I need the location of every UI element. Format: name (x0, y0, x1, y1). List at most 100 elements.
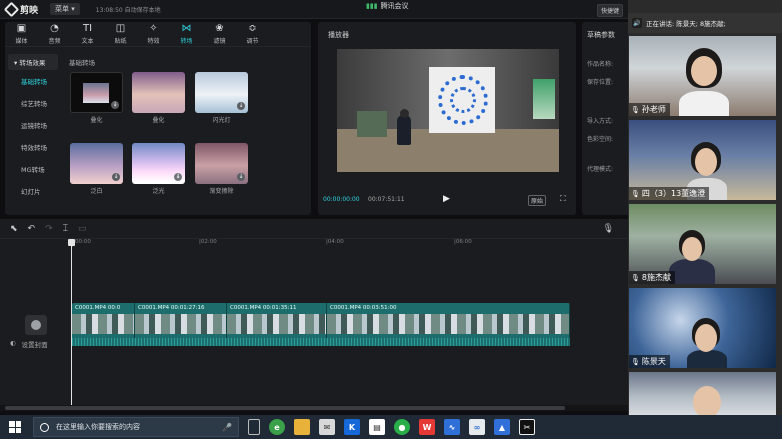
participant-tile[interactable]: 孙老师 (629, 36, 776, 116)
fullscreen-icon[interactable]: ⛶ (560, 194, 566, 204)
time-ruler[interactable]: 00:00 |02:00 |04:00 |06:00 (72, 239, 628, 249)
participant-name: 8施杰献 (629, 271, 675, 284)
taskbar-search[interactable]: 在这里输入你要搜索的内容 🎤 (33, 417, 239, 437)
tool-adjust[interactable]: ≎ 调节 (236, 22, 269, 46)
draft-panel: 草稿参数 作品名称: 保存位置: 导入方式: 色彩空间: 代理模式: (582, 22, 628, 215)
transition-thumbnail: ↓ (70, 143, 123, 184)
tool-label: 滤镜 (213, 37, 226, 45)
clip-name: C0001.MP4 00:0 (75, 305, 121, 311)
video-preview[interactable] (337, 49, 559, 172)
transition-item[interactable]: ↓ 闪光灯 (195, 72, 248, 124)
category-camera[interactable]: 运镜转场 (5, 114, 61, 136)
participant-tile[interactable]: 四（3）13董逸澄 (629, 120, 776, 200)
audio-waveform (72, 338, 570, 346)
shortcut-label: 快捷键 (601, 8, 620, 15)
meeting-title: 腾讯会议 (380, 2, 409, 10)
tool-label: 贴纸 (114, 37, 127, 45)
tool-filter[interactable]: ❀ 滤镜 (203, 22, 236, 46)
tool-audio[interactable]: ◔ 音频 (38, 22, 71, 46)
timeline-panel: ⬉ ↶ ↷ ⌶ ▭ 🎙 00:00 |02:00 |04:00 |06:00 ◐… (0, 219, 628, 411)
photos-icon[interactable]: ▲ (494, 419, 510, 435)
transition-label: 渐变擦除 (209, 188, 234, 195)
mail-icon[interactable]: ✉ (319, 419, 335, 435)
tool-effects[interactable]: ✧ 特效 (137, 22, 170, 46)
draft-field: 作品名称: (587, 61, 614, 68)
task-view-icon[interactable] (248, 419, 260, 435)
transition-label: 叠化 (90, 117, 103, 124)
clip-name: C0001.MP4 00:01:35:11 (230, 305, 297, 311)
mic-icon[interactable]: 🎙 (603, 224, 614, 234)
shortcut-button[interactable]: 快捷键 (597, 4, 624, 17)
track-toggle-button[interactable] (25, 315, 47, 335)
category-variety[interactable]: 综艺转场 (5, 92, 61, 114)
cover-icon: ◐ (10, 339, 16, 347)
transition-item[interactable]: ↓ 渐变擦除 (195, 143, 248, 195)
transition-item[interactable]: ↓ 泛白 (70, 143, 123, 195)
draft-field: 色彩空间: (587, 136, 614, 143)
ruler-tick: |04:00 (326, 239, 344, 245)
draft-field: 代理模式: (587, 166, 614, 173)
playhead-handle[interactable] (68, 239, 75, 246)
category-basic[interactable]: 基础转场 (5, 70, 61, 92)
wechat-icon[interactable]: ● (394, 419, 410, 435)
timeline-scrollbar[interactable] (0, 405, 628, 411)
download-icon: ↓ (237, 102, 245, 110)
split-icon[interactable]: ⌶ (63, 224, 68, 234)
mic-icon[interactable]: 🎤 (222, 423, 232, 432)
clip-name: C0001.MP4 00:03:51:00 (330, 305, 397, 311)
participant-tile[interactable]: 陈景天 (629, 288, 776, 368)
undo-icon[interactable]: ↶ (28, 224, 36, 234)
windows-start-icon[interactable] (9, 421, 21, 433)
category-mg[interactable]: MG转场 (5, 158, 61, 180)
tool-sticker[interactable]: ◫ 贴纸 (104, 22, 137, 46)
notes-icon[interactable]: ▤ (369, 419, 385, 435)
transition-item[interactable]: ↓ 泛光 (132, 143, 185, 195)
tool-text[interactable]: TI 文本 (71, 22, 104, 46)
redo-icon[interactable]: ↷ (45, 224, 53, 234)
transition-label: 泛白 (90, 188, 103, 195)
wps-icon[interactable]: W (419, 419, 435, 435)
download-icon: ↓ (174, 173, 182, 181)
transition-item[interactable]: ↓ 叠化 (70, 72, 123, 124)
browser-icon[interactable]: e (269, 419, 285, 435)
player-title: 播放器 (328, 31, 349, 39)
delete-icon[interactable]: ▭ (78, 224, 87, 234)
app-logo: 剪映 (3, 1, 39, 17)
player-panel: 播放器 00:00:00:00 00:07:51:11 ▶ 原始 ⛶ (318, 22, 576, 215)
ratio-button[interactable]: 原始 (528, 195, 547, 206)
app-k-icon[interactable]: K (344, 419, 360, 435)
speaking-indicator: 🔊 正在讲话: 陈景天; 8施杰献; (628, 13, 782, 33)
participant-tile[interactable]: 8施杰献 (629, 204, 776, 284)
audio-icon: ◔ (50, 22, 59, 34)
transition-thumbnail: ↓ (70, 72, 123, 113)
meeting-app-icon[interactable]: ∞ (469, 419, 485, 435)
tool-label: 文本 (81, 37, 94, 45)
capcut-icon[interactable]: ✂ (519, 419, 535, 435)
tool-label: 调节 (246, 37, 259, 45)
cover-control[interactable]: ◐ 设置封面 (10, 339, 48, 349)
transition-thumbnail: ↓ (195, 143, 248, 184)
playhead[interactable] (68, 239, 75, 411)
waves-icon[interactable]: ∿ (444, 419, 460, 435)
participant-tile[interactable] (629, 372, 776, 415)
effects-icon: ✧ (149, 22, 158, 34)
category-special[interactable]: 特效转场 (5, 136, 61, 158)
media-icon: ▣ (16, 22, 27, 34)
menu-dropdown[interactable]: 菜单 ▾ (50, 3, 80, 15)
category-header[interactable]: ▾ 转场效果 (8, 54, 58, 70)
folder-icon[interactable] (294, 419, 310, 435)
play-icon[interactable]: ▶ (443, 194, 450, 204)
sticker-icon: ◫ (115, 22, 126, 34)
category-slideshow[interactable]: 幻灯片 (5, 180, 61, 202)
current-time: 00:00:00:00 (323, 196, 360, 203)
tool-transition[interactable]: ⋈ 转场 (170, 22, 203, 46)
speaker-icon: 🔊 (632, 18, 642, 28)
scrollbar-thumb[interactable] (5, 406, 565, 410)
tool-media[interactable]: ▣ 媒体 (5, 22, 38, 46)
select-tool-icon[interactable]: ⬉ (10, 224, 18, 234)
app-name: 剪映 (20, 5, 39, 16)
transition-item[interactable]: 叠化 (132, 72, 185, 124)
transition-label: 叠化 (152, 117, 165, 124)
download-icon: ↓ (111, 101, 119, 109)
material-panel: ▣ 媒体 ◔ 音频 TI 文本 ◫ 贴纸 ✧ 特效 ⋈ 转场 ❀ 滤镜 ≎ 调节 ▾ 转场效果 基础转场 综艺… (5, 22, 311, 215)
